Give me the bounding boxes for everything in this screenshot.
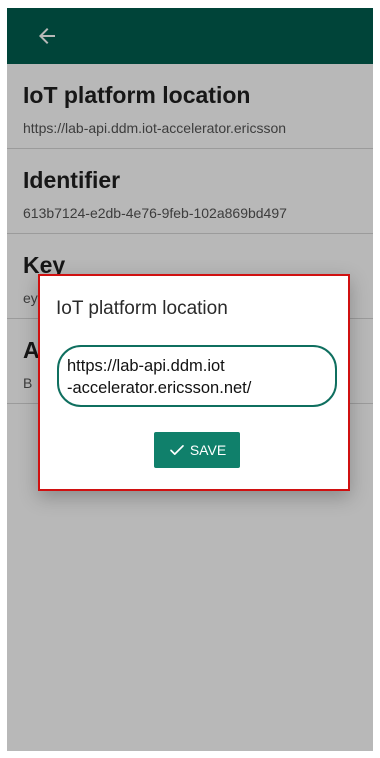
edit-location-dialog: IoT platform location https://lab-api.dd… (38, 274, 350, 491)
url-input-line-2: -accelerator.ericsson.net/ (67, 379, 252, 397)
dialog-title: IoT platform location (56, 298, 228, 319)
url-input[interactable]: https://lab-api.ddm.iot -accelerator.eri… (57, 345, 337, 407)
save-button-label: SAVE (189, 442, 227, 458)
save-button[interactable]: SAVE (154, 432, 240, 468)
check-icon (170, 445, 184, 455)
url-input-line-1: https://lab-api.ddm.iot (67, 357, 225, 375)
screen: IoT platform location https://lab-api.dd… (7, 8, 373, 751)
